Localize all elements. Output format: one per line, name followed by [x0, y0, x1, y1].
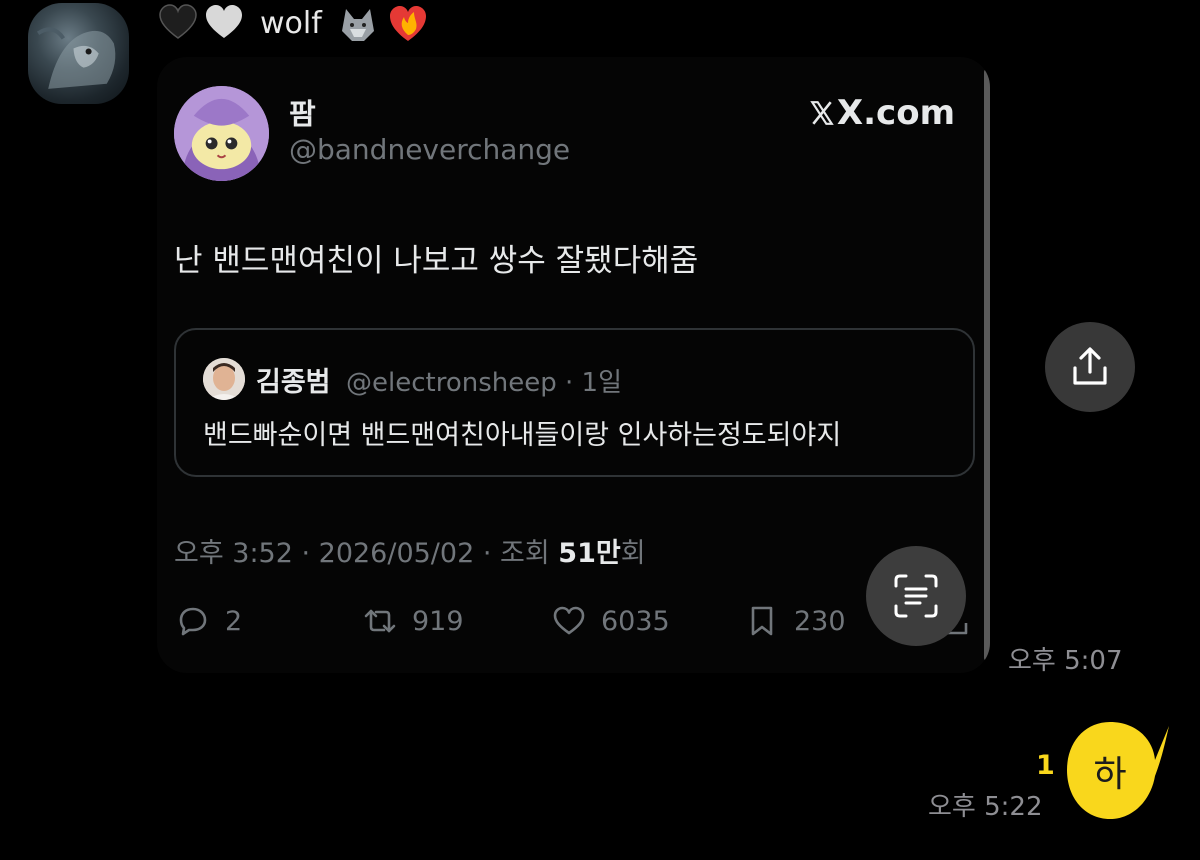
reply-button[interactable]: 2	[175, 601, 242, 641]
quoted-tweet[interactable]: 김종범 @electronsheep · 1일 밴드빠순이면 밴드맨여친아내들이…	[174, 328, 975, 477]
scrollbar[interactable]	[984, 69, 990, 661]
white-heart-icon	[206, 5, 242, 38]
sender-name: wolf	[260, 5, 322, 41]
views-suffix: 회	[620, 538, 646, 569]
like-count: 6035	[601, 605, 670, 637]
sent-message-time: 오후 5:22	[928, 792, 1043, 822]
reply-icon	[179, 607, 207, 636]
x-brand-link[interactable]: X.com	[809, 93, 955, 133]
quoted-author-name: 김종범	[256, 367, 331, 398]
unread-count: 1	[1036, 750, 1055, 781]
x-logo-icon	[810, 101, 834, 125]
quoted-tweet-text: 밴드빠순이면 밴드맨여친아내들이랑 인사하는정도되야지	[203, 420, 842, 451]
upload-share-icon	[1073, 347, 1107, 385]
heart-on-fire-icon	[389, 6, 426, 41]
retweet-button[interactable]: 919	[362, 601, 464, 641]
heart-icon	[553, 606, 585, 635]
person-avatar-image	[203, 358, 245, 400]
reply-count: 2	[225, 605, 243, 637]
tweet-author-handle[interactable]: @bandneverchange	[289, 133, 570, 166]
text-scan-icon	[894, 574, 938, 618]
received-message-time: 오후 5:07	[1008, 646, 1123, 676]
wolf-avatar-image	[36, 27, 116, 89]
retweet-icon	[364, 609, 396, 633]
retweet-count: 919	[412, 605, 464, 637]
x-brand-text: X.com	[836, 93, 955, 133]
tweet-timestamp: 오후 3:52 · 2026/05/02 · 조회 51만회	[174, 531, 646, 570]
bookmark-count: 230	[794, 605, 846, 637]
cartoon-avatar-image	[174, 86, 269, 181]
bookmark-button[interactable]: 230	[744, 601, 846, 641]
sender-avatar[interactable]	[28, 3, 129, 104]
timestamp-text: 오후 3:52 · 2026/05/02 · 조회	[174, 538, 559, 569]
black-heart-icon	[159, 4, 197, 39]
tweet-author-name[interactable]: 팜	[289, 91, 316, 133]
share-button[interactable]	[1045, 322, 1135, 412]
tweet-author-avatar[interactable]	[174, 86, 269, 181]
text-scan-button[interactable]	[866, 546, 966, 646]
wolf-emoji-icon	[341, 9, 374, 41]
quoted-author-avatar	[203, 358, 245, 400]
bookmark-icon	[751, 606, 773, 636]
tweet-embed-card[interactable]: 팜 @bandneverchange X.com 난 밴드맨여친이 나보고 쌍수…	[157, 57, 990, 673]
sent-message-bubble[interactable]: 하	[1065, 720, 1171, 821]
views-count: 51만	[558, 538, 621, 569]
sent-message-text: 하	[1093, 753, 1127, 795]
quoted-author-handle: @electronsheep · 1일	[346, 368, 622, 398]
like-button[interactable]: 6035	[551, 601, 670, 641]
tweet-text: 난 밴드맨여친이 나보고 쌍수 잘됐다해줌	[174, 243, 699, 279]
sender-name-row: wolf	[158, 0, 430, 46]
